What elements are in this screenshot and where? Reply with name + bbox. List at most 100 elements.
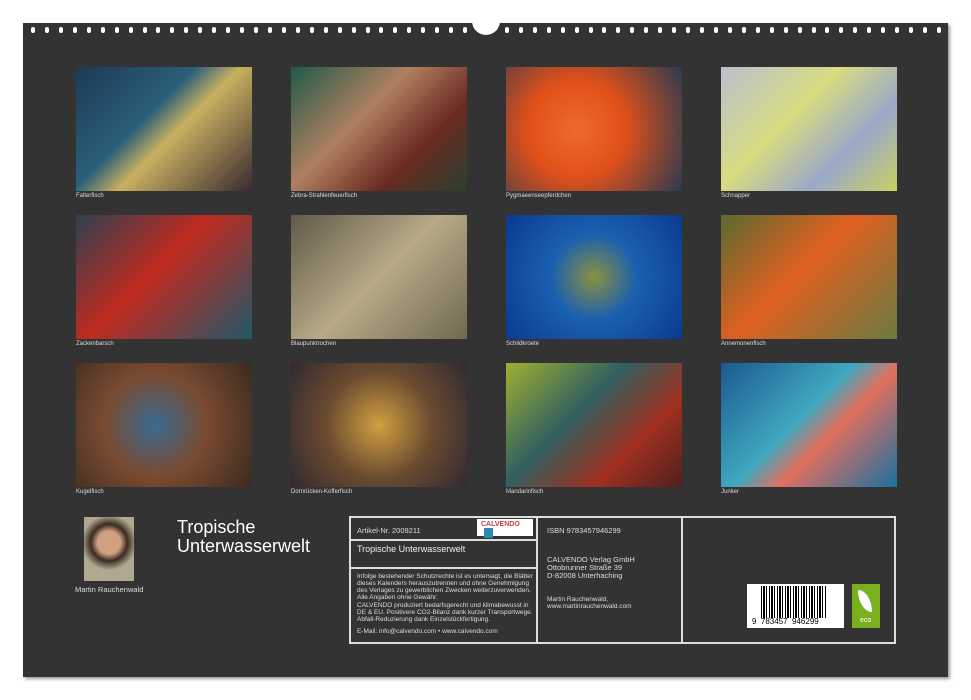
binding-hole: [310, 27, 314, 33]
binding-hole: [505, 27, 509, 33]
publisher-city: D-82008 Unterhaching: [547, 572, 635, 580]
calendar-title: Tropische Unterwasserwelt: [177, 518, 310, 556]
binding-hole: [254, 27, 258, 33]
binding-hole: [686, 27, 690, 33]
binding-hole: [379, 27, 383, 33]
binding-hole: [463, 27, 467, 33]
author-photo: [84, 517, 134, 581]
title-line-1: Tropische: [177, 518, 310, 537]
binding-hole: [658, 27, 662, 33]
binding-hole: [73, 27, 77, 33]
binding-hole: [212, 27, 216, 33]
author-credit: Martin Rauchenwald, www.martinrauchenwal…: [547, 596, 632, 610]
binding-hole: [226, 27, 230, 33]
contact-info: E-Mail: info@calvendo.com • www.calvendo…: [357, 628, 498, 635]
binding-hole: [923, 27, 927, 33]
photo-caption: Annemonenfisch: [721, 341, 897, 347]
fish-photo: [76, 363, 252, 487]
binding-hole: [630, 27, 634, 33]
binding-hole: [449, 27, 453, 33]
photo-caption: Falterfisch: [76, 193, 252, 199]
binding-hole: [909, 27, 913, 33]
calvendo-logo: CALVENDO: [477, 519, 533, 536]
binding-hole: [561, 27, 565, 33]
fish-photo: [721, 67, 897, 191]
binding-hole: [101, 27, 105, 33]
fish-photo: [506, 215, 682, 339]
binding-hole: [602, 27, 606, 33]
fish-photo: [506, 67, 682, 191]
fish-photo: [506, 363, 682, 487]
binding-hole: [352, 27, 356, 33]
fish-photo: [721, 215, 897, 339]
photo-caption: Zebra-Strahlenfeuerfisch: [291, 193, 467, 199]
leaf-icon: [858, 590, 872, 612]
author-credit-name: Martin Rauchenwald,: [547, 596, 632, 603]
binding-hole: [672, 27, 676, 33]
binding-hole: [143, 27, 147, 33]
binding-hole: [853, 27, 857, 33]
binding-hole: [268, 27, 272, 33]
binding-hole: [338, 27, 342, 33]
author-website-link[interactable]: www.martinrauchenwald.com: [547, 603, 632, 610]
binding-hole: [324, 27, 328, 33]
fish-photo: [721, 363, 897, 487]
binding-hole: [296, 27, 300, 33]
binding-hole: [533, 27, 537, 33]
photo-caption: Dornrücken-Kofferfisch: [291, 489, 467, 495]
photo-caption: Schnapper: [721, 193, 897, 199]
binding-hole: [31, 27, 35, 33]
info-col-2: [536, 516, 683, 644]
photo-caption: Zackenbarsch: [76, 341, 252, 347]
binding-hole: [742, 27, 746, 33]
author-name: Martin Rauchenwald: [75, 585, 143, 594]
binding-hole: [895, 27, 899, 33]
binding-hole: [282, 27, 286, 33]
binding-hole: [184, 27, 188, 33]
binding-hole: [156, 27, 160, 33]
binding-hole: [589, 27, 593, 33]
title-line-2: Unterwasserwelt: [177, 537, 310, 556]
logo-text: CALVENDO: [481, 521, 520, 528]
binding-hole: [644, 27, 648, 33]
binding-hole: [129, 27, 133, 33]
binding-hole: [547, 27, 551, 33]
fish-photo: [76, 67, 252, 191]
binding-hole: [616, 27, 620, 33]
photo-caption: Schildkroete: [506, 341, 682, 347]
barcode: 9 783457 946299: [747, 584, 844, 628]
binding-hole: [700, 27, 704, 33]
fish-photo: [291, 67, 467, 191]
binding-hole: [170, 27, 174, 33]
binding-hole: [784, 27, 788, 33]
legal-notice: Infolge bestehender Schutzrechte ist es …: [357, 573, 537, 601]
binding-hole: [519, 27, 523, 33]
eco-label: eco: [860, 617, 871, 624]
binding-hole: [798, 27, 802, 33]
binding-hole: [240, 27, 244, 33]
binding-hole: [393, 27, 397, 33]
binding-hole: [881, 27, 885, 33]
fish-photo: [291, 215, 467, 339]
photo-caption: Junker: [721, 489, 897, 495]
photo-caption: Pygmaeenseepferdchen: [506, 193, 682, 199]
binding-hole: [198, 27, 202, 33]
binding-hole: [575, 27, 579, 33]
publisher-address: CALVENDO Verlag GmbH Ottobrunner Straße …: [547, 556, 635, 580]
binding-hole: [87, 27, 91, 33]
photo-caption: Mandarinfisch: [506, 489, 682, 495]
binding-hole: [59, 27, 63, 33]
binding-hole: [937, 27, 941, 33]
binding-hole: [728, 27, 732, 33]
binding-hole: [812, 27, 816, 33]
article-number: Artikel-Nr. 2009211: [357, 526, 421, 535]
binding-hole: [825, 27, 829, 33]
binding-hole: [115, 27, 119, 33]
binding-hole: [756, 27, 760, 33]
binding-hole: [45, 27, 49, 33]
fish-photo: [291, 363, 467, 487]
fish-photo: [76, 215, 252, 339]
binding-hole: [366, 27, 370, 33]
calendar-back-cover: Falterfisch Zebra-Strahlenfeuerfisch Pygma…: [23, 23, 948, 677]
binding-hole: [435, 27, 439, 33]
